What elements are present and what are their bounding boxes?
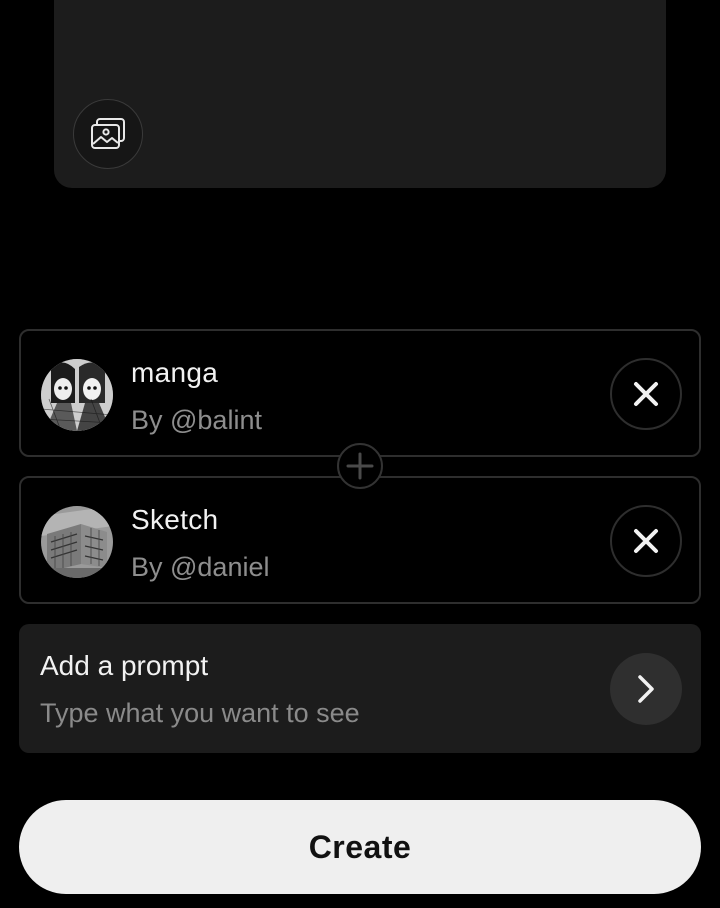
prompt-placeholder[interactable]: Type what you want to see [40, 698, 360, 729]
prompt-next-button[interactable] [610, 653, 682, 725]
sketch-thumbnail [41, 506, 113, 578]
remove-style-button[interactable] [610, 505, 682, 577]
remove-style-button[interactable] [610, 358, 682, 430]
style-name: Sketch [131, 504, 219, 535]
add-style-button[interactable] [337, 443, 383, 489]
image-upload-area[interactable] [54, 0, 666, 188]
manga-thumbnail [41, 359, 113, 431]
close-icon [634, 382, 658, 406]
style-author[interactable]: By @balint [131, 405, 262, 436]
prompt-title: Add a prompt [40, 650, 209, 681]
style-card-sketch[interactable]: Sketch By @daniel [19, 476, 701, 604]
create-button[interactable]: Create [19, 800, 701, 894]
chevron-right-icon [638, 675, 654, 703]
add-prompt-card[interactable]: Add a prompt Type what you want to see [19, 624, 701, 753]
add-image-button[interactable] [73, 99, 143, 169]
plus-icon [346, 452, 374, 480]
close-icon [634, 529, 658, 553]
create-screen: manga By @balint Sketch By @daniel Add a… [0, 0, 720, 908]
style-name: manga [131, 357, 219, 388]
style-author[interactable]: By @daniel [131, 552, 269, 583]
style-card-manga[interactable]: manga By @balint [19, 329, 701, 457]
image-gallery-icon [91, 118, 125, 149]
